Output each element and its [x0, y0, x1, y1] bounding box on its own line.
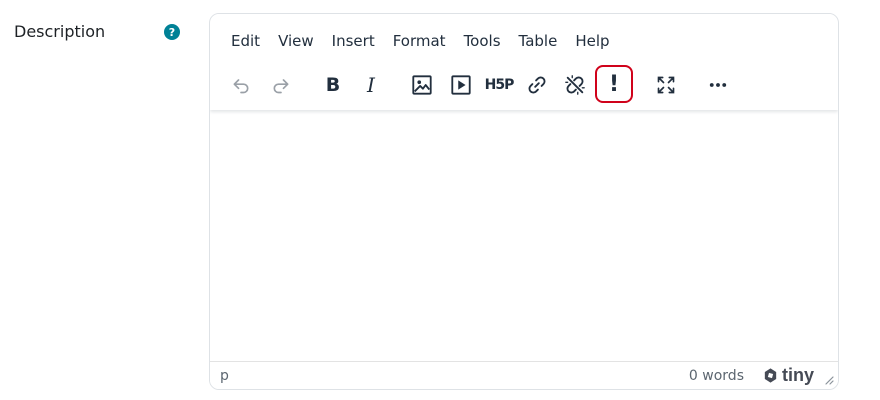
unlink-icon [565, 75, 585, 95]
tiny-logo[interactable]: tiny [762, 365, 814, 386]
toolbar: B I H5P ! [210, 65, 838, 104]
word-count[interactable]: 0 words [689, 368, 744, 384]
menu-tools[interactable]: Tools [455, 30, 510, 52]
h5p-icon: H5P [484, 77, 515, 93]
tiny-logo-icon [764, 368, 777, 383]
bold-icon: B [325, 74, 341, 96]
undo-button[interactable] [224, 68, 258, 102]
tiny-logo-text: tiny [781, 365, 814, 385]
more-icon [709, 83, 727, 87]
undo-icon [233, 79, 249, 94]
rich-text-editor: Edit View Insert Format Tools Table Help… [209, 13, 839, 390]
unlink-button[interactable] [558, 68, 592, 102]
field-label: Description [14, 22, 106, 41]
menu-table[interactable]: Table [510, 30, 567, 52]
resize-handle-icon[interactable] [824, 375, 834, 385]
exclamation-icon: ! [608, 71, 620, 97]
menu-insert[interactable]: Insert [323, 30, 384, 52]
menubar: Edit View Insert Format Tools Table Help [222, 30, 619, 52]
media-button[interactable] [444, 68, 478, 102]
editor-header: Edit View Insert Format Tools Table Help… [210, 14, 838, 110]
italic-icon: I [367, 73, 375, 97]
redo-icon [273, 79, 289, 94]
image-button[interactable] [405, 68, 439, 102]
redo-button[interactable] [264, 68, 298, 102]
media-icon [451, 75, 471, 95]
help-icon[interactable]: ? [164, 24, 180, 40]
editor-content-area[interactable] [210, 110, 838, 362]
menu-edit[interactable]: Edit [222, 30, 269, 52]
bold-button[interactable]: B [316, 68, 350, 102]
more-button[interactable] [701, 68, 735, 102]
h5p-button[interactable]: H5P [482, 68, 516, 102]
link-button[interactable] [520, 68, 554, 102]
highlight-button[interactable]: ! [595, 65, 633, 103]
menu-view[interactable]: View [269, 30, 323, 52]
statusbar: p 0 words tiny [210, 361, 838, 389]
fullscreen-icon [657, 76, 675, 94]
image-icon [412, 75, 432, 95]
fullscreen-button[interactable] [649, 68, 683, 102]
element-path[interactable]: p [220, 368, 229, 384]
link-icon [528, 76, 546, 94]
italic-button[interactable]: I [354, 68, 388, 102]
menu-format[interactable]: Format [384, 30, 455, 52]
menu-help[interactable]: Help [566, 30, 618, 52]
